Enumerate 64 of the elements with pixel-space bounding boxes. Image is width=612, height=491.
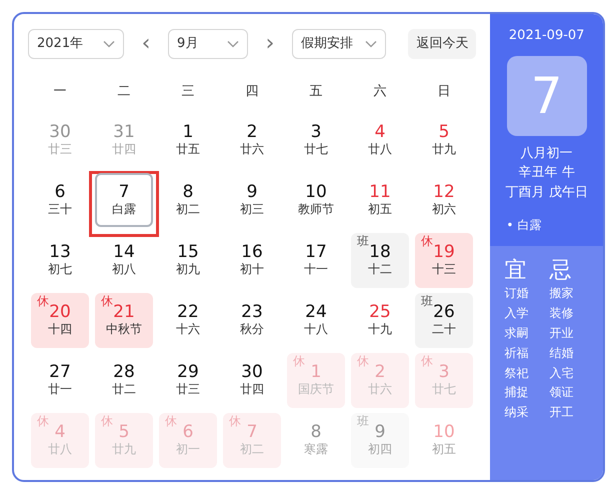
suitable-heading: 宜 bbox=[504, 258, 528, 284]
day-cell[interactable]: 4 廿八 bbox=[351, 112, 409, 168]
prev-month-button[interactable]: ‹ bbox=[124, 33, 168, 55]
suitable-item: 纳采 bbox=[504, 404, 530, 422]
big-day-number: 7 bbox=[506, 56, 587, 136]
day-cell[interactable]: 17 十一 bbox=[287, 232, 345, 288]
weekday-label: 四 bbox=[246, 83, 258, 102]
avoid-item: 结婚 bbox=[550, 344, 575, 362]
day-cell[interactable]: 12 初六 bbox=[415, 172, 473, 228]
avoid-item: 开业 bbox=[550, 324, 575, 342]
day-cell[interactable]: 30 廿四 bbox=[223, 352, 281, 408]
day-cell[interactable]: 5 廿九 bbox=[415, 112, 473, 168]
day-cell[interactable]: 10 教师节 bbox=[287, 172, 345, 228]
day-cell[interactable]: 2 廿六 bbox=[223, 112, 281, 168]
day-cell[interactable]: 27 廿一 bbox=[31, 352, 89, 408]
day-cell[interactable]: 11 初五 bbox=[351, 172, 409, 228]
chevron-down-icon bbox=[227, 40, 239, 48]
day-cell[interactable]: 23 秋分 bbox=[223, 292, 281, 348]
day-cell[interactable]: 25 十九 bbox=[351, 292, 409, 348]
selection-frame bbox=[89, 171, 159, 237]
chevron-down-icon bbox=[365, 40, 377, 48]
month-select[interactable]: 9月 bbox=[168, 29, 248, 59]
day-cell[interactable]: 1 廿五 bbox=[159, 112, 217, 168]
suitable-item: 求嗣 bbox=[504, 324, 530, 342]
weekday-label: 日 bbox=[438, 83, 450, 102]
chevron-down-icon bbox=[103, 40, 115, 48]
day-cell[interactable]: 6 三十 bbox=[31, 172, 89, 228]
day-cell[interactable]: 3 廿七 bbox=[287, 112, 345, 168]
suitable-item: 入学 bbox=[504, 305, 530, 322]
weekday-label: 五 bbox=[310, 83, 322, 102]
avoid-item: 入宅 bbox=[550, 364, 575, 382]
day-cell[interactable]: 13 初七 bbox=[31, 232, 89, 288]
suitable-item: 捕捉 bbox=[504, 384, 530, 402]
date-label: 2021-09-07 bbox=[508, 27, 584, 45]
avoid-heading: 忌 bbox=[550, 258, 573, 284]
weekday-label: 六 bbox=[374, 83, 386, 102]
day-cell[interactable]: 7 白露 bbox=[95, 173, 153, 227]
avoid-item: 装修 bbox=[550, 305, 575, 322]
avoid-item: 开工 bbox=[550, 404, 575, 422]
year-select[interactable]: 2021年 bbox=[28, 29, 124, 59]
avoid-item: 搬家 bbox=[550, 285, 575, 302]
day-cell[interactable]: 22 十六 bbox=[159, 292, 217, 348]
lunar-date-text: 八月初一 bbox=[520, 144, 574, 162]
suitable-item: 祭祀 bbox=[504, 364, 530, 382]
lunar-date-text: 丁酉月 戊午日 bbox=[506, 184, 588, 202]
suitable-item: 订婚 bbox=[504, 285, 530, 302]
day-cell[interactable]: 14 初八 bbox=[95, 232, 153, 288]
day-cell[interactable]: 16 初十 bbox=[223, 232, 281, 288]
suitable-item: 祈福 bbox=[504, 344, 530, 362]
weekday-label: 二 bbox=[118, 83, 130, 102]
day-cell[interactable]: 28 廿二 bbox=[95, 352, 153, 408]
avoid-item: 领证 bbox=[550, 384, 575, 402]
day-cell[interactable]: 15 初九 bbox=[159, 232, 217, 288]
weekday-label: 三 bbox=[182, 83, 194, 102]
solar-term-text: • 白露 bbox=[506, 217, 542, 234]
lunar-date-text: 辛丑年 牛 bbox=[518, 164, 576, 182]
weekday-label: 一 bbox=[54, 83, 66, 102]
holiday-select[interactable]: 假期安排 bbox=[292, 29, 386, 59]
day-cell[interactable]: 29 廿三 bbox=[159, 352, 217, 408]
day-cell[interactable]: 24 十八 bbox=[287, 292, 345, 348]
day-cell[interactable]: 9 初三 bbox=[223, 172, 281, 228]
today-button[interactable]: 返回今天 bbox=[408, 29, 476, 59]
day-cell[interactable]: 8 初二 bbox=[159, 172, 217, 228]
next-month-button[interactable]: › bbox=[248, 33, 292, 55]
